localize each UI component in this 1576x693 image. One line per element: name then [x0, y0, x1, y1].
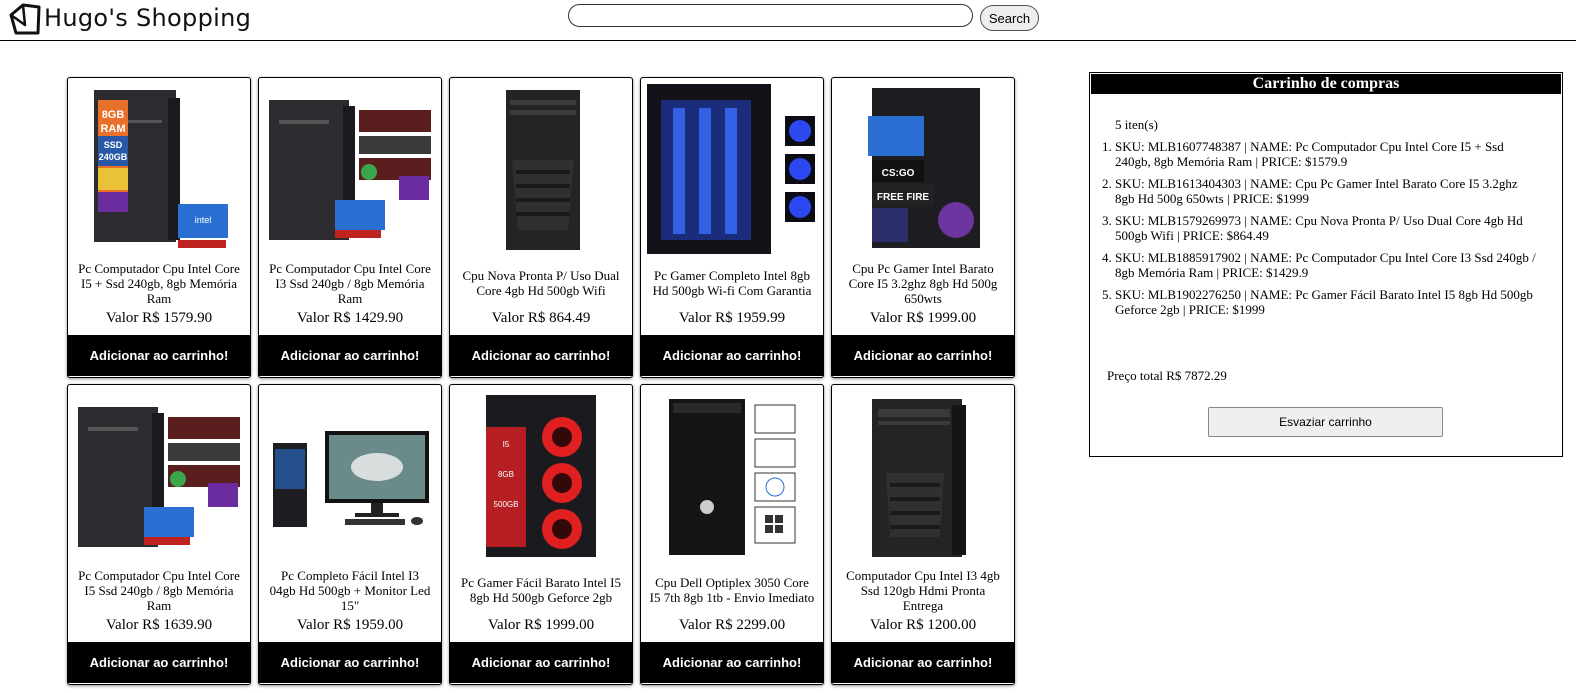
add-to-cart-button[interactable]: Adicionar ao carrinho!: [641, 642, 823, 683]
cart-item-text: SKU: MLB1579269973 | NAME: Cpu Nova Pron…: [1115, 213, 1523, 243]
product-name: Pc Computador Cpu Intel Core I5 + Ssd 24…: [78, 260, 240, 306]
cart-item: 4. SKU: MLB1885917902 | NAME: Pc Computad…: [1102, 250, 1540, 280]
product-price: Valor R$ 1959.00: [296, 617, 404, 633]
product-card: 8GB RAM SSD 240GB intel Pc Computador Cp…: [67, 77, 251, 378]
product-name: Pc Gamer Fácil Barato Intel I5 8gb Hd 50…: [461, 575, 621, 605]
product-name: Pc Completo Fácil Intel I3 04gb Hd 500gb…: [269, 567, 431, 613]
svg-text:8GB: 8GB: [498, 470, 514, 479]
add-to-cart-button[interactable]: Adicionar ao carrinho!: [259, 642, 441, 683]
product-image: [78, 407, 240, 547]
product-card: I5 8GB 500GB Pc Gamer Fácil Barato Intel…: [449, 384, 633, 685]
svg-text:FREE FIRE: FREE FIRE: [877, 192, 930, 203]
cart-item-text: SKU: MLB1607748387 | NAME: Pc Computador…: [1115, 139, 1504, 169]
product-price: Valor R$ 1200.00: [869, 617, 977, 633]
product-price: Valor R$ 2299.00: [678, 617, 786, 633]
product-image: I5 8GB 500GB: [486, 395, 596, 557]
svg-text:RAM: RAM: [100, 123, 125, 135]
svg-text:intel: intel: [195, 215, 212, 225]
product-price: Valor R$ 864.49: [491, 310, 591, 326]
product-card: Pc Gamer Completo Intel 8gb Hd 500gb Wi-…: [640, 77, 824, 378]
product-price: Valor R$ 1429.90: [296, 310, 404, 326]
product-name: Pc Gamer Completo Intel 8gb Hd 500gb Wi-…: [652, 268, 812, 298]
product-card: CS:GO FREE FIRE Cpu Pc Gamer Intel Barat…: [831, 77, 1015, 378]
add-to-cart-button[interactable]: Adicionar ao carrinho!: [832, 642, 1014, 683]
product-image: [506, 90, 580, 250]
cart-item: 5. SKU: MLB1902276250 | NAME: Pc Gamer Fá…: [1102, 287, 1540, 317]
product-name: Cpu Pc Gamer Intel Barato Core I5 3.2ghz…: [848, 260, 998, 306]
product-price: Valor R$ 1639.90: [105, 617, 213, 633]
cart-item-count: 5 iten(s): [1115, 117, 1158, 132]
product-image: [273, 431, 429, 527]
product-image: CS:GO FREE FIRE: [868, 88, 980, 248]
product-image: [647, 84, 815, 254]
product-card: Cpu Nova Pronta P/ Uso Dual Core 4gb Hd …: [449, 77, 633, 378]
cart-item-number: 4.: [1102, 250, 1112, 265]
add-to-cart-button[interactable]: Adicionar ao carrinho!: [259, 335, 441, 376]
svg-text:500GB: 500GB: [494, 500, 519, 509]
header: Hugo's Shopping Search: [0, 0, 1576, 41]
cart-item-number: 5.: [1102, 287, 1112, 302]
svg-text:I5: I5: [503, 440, 510, 449]
product-card: Cpu Dell Optiplex 3050 Core I5 7th 8gb 1…: [640, 384, 824, 685]
product-price: Valor R$ 1579.90: [105, 310, 213, 326]
product-image: 8GB RAM SSD 240GB intel: [94, 90, 228, 248]
product-name: Pc Computador Cpu Intel Core I3 Ssd 240g…: [269, 260, 431, 306]
product-price: Valor R$ 1999.00: [869, 310, 977, 326]
cart-item-list: 1. SKU: MLB1607748387 | NAME: Pc Computad…: [1102, 139, 1540, 324]
cart-total: Preço total R$ 7872.29: [1107, 368, 1227, 383]
cart-title: Carrinho de compras: [1091, 74, 1561, 94]
add-to-cart-button[interactable]: Adicionar ao carrinho!: [68, 335, 250, 376]
cart-item-text: SKU: MLB1902276250 | NAME: Pc Gamer Fáci…: [1115, 287, 1533, 317]
product-image: [269, 100, 431, 240]
product-price: Valor R$ 1959.99: [678, 310, 786, 326]
product-name: Cpu Dell Optiplex 3050 Core I5 7th 8gb 1…: [649, 575, 815, 605]
svg-text:CS:GO: CS:GO: [882, 168, 915, 179]
product-name: Computador Cpu Intel I3 4gb Ssd 120gb Hd…: [846, 567, 1000, 613]
product-card: Pc Computador Cpu Intel Core I5 Ssd 240g…: [67, 384, 251, 685]
cart-item-text: SKU: MLB1613404303 | NAME: Cpu Pc Gamer …: [1115, 176, 1518, 206]
add-to-cart-button[interactable]: Adicionar ao carrinho!: [832, 335, 1014, 376]
svg-text:8GB: 8GB: [102, 109, 125, 121]
product-price: Valor R$ 1999.00: [487, 617, 595, 633]
product-name: Cpu Nova Pronta P/ Uso Dual Core 4gb Hd …: [462, 268, 620, 298]
shopping-bag-logo-icon[interactable]: [8, 3, 42, 35]
brand-name[interactable]: Hugo's Shopping: [44, 2, 251, 34]
product-card: Pc Completo Fácil Intel I3 04gb Hd 500gb…: [258, 384, 442, 685]
add-to-cart-button[interactable]: Adicionar ao carrinho!: [450, 642, 632, 683]
cart-item: 2. SKU: MLB1613404303 | NAME: Cpu Pc Game…: [1102, 176, 1540, 206]
empty-cart-button[interactable]: Esvaziar carrinho: [1208, 407, 1443, 437]
product-image: [872, 399, 966, 557]
cart-item-number: 1.: [1102, 139, 1112, 154]
shopping-cart: Carrinho de compras 5 iten(s) 1. SKU: MLB…: [1089, 72, 1563, 457]
product-image: [669, 399, 796, 555]
product-name: Pc Computador Cpu Intel Core I5 Ssd 240g…: [78, 567, 240, 613]
search-button[interactable]: Search: [980, 5, 1039, 31]
cart-item-number: 3.: [1102, 213, 1112, 228]
add-to-cart-button[interactable]: Adicionar ao carrinho!: [68, 642, 250, 683]
cart-item: 3. SKU: MLB1579269973 | NAME: Cpu Nova Pr…: [1102, 213, 1540, 243]
add-to-cart-button[interactable]: Adicionar ao carrinho!: [641, 335, 823, 376]
cart-item: 1. SKU: MLB1607748387 | NAME: Pc Computad…: [1102, 139, 1540, 169]
product-card: Computador Cpu Intel I3 4gb Ssd 120gb Hd…: [831, 384, 1015, 685]
add-to-cart-button[interactable]: Adicionar ao carrinho!: [450, 335, 632, 376]
svg-text:SSD: SSD: [104, 140, 123, 150]
cart-item-text: SKU: MLB1885917902 | NAME: Pc Computador…: [1115, 250, 1536, 280]
search-input[interactable]: [568, 4, 973, 27]
product-card: Pc Computador Cpu Intel Core I3 Ssd 240g…: [258, 77, 442, 378]
svg-text:240GB: 240GB: [99, 152, 128, 162]
cart-item-number: 2.: [1102, 176, 1112, 191]
